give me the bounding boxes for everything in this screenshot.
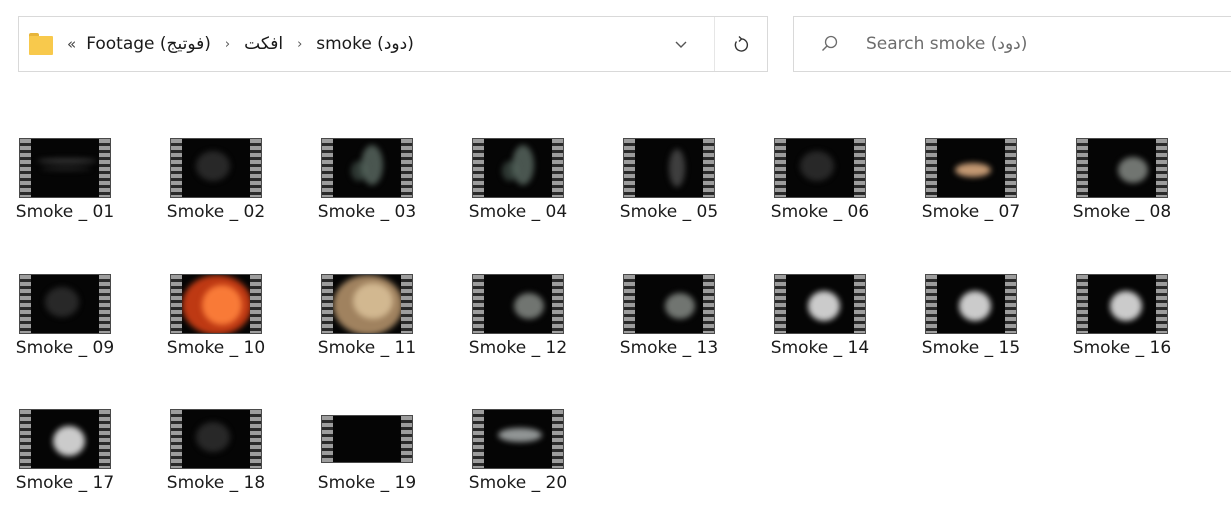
file-item[interactable]: Smoke _ 02	[151, 132, 291, 252]
video-thumbnail-icon	[170, 409, 262, 469]
video-thumbnail-icon	[170, 138, 262, 198]
video-thumbnail-icon	[623, 274, 715, 334]
file-name-label: Smoke _ 19	[317, 473, 417, 493]
file-item[interactable]: Smoke _ 15	[906, 268, 1046, 388]
file-name-label: Smoke _ 12	[468, 338, 568, 358]
video-thumbnail-icon	[472, 409, 564, 469]
video-thumbnail-icon	[321, 274, 413, 334]
file-item[interactable]: Smoke _ 09	[0, 268, 140, 388]
file-item[interactable]: Smoke _ 12	[453, 268, 593, 388]
file-item[interactable]: Smoke _ 11	[302, 268, 442, 388]
file-name-label: Smoke _ 01	[15, 202, 115, 222]
video-thumbnail-icon	[925, 274, 1017, 334]
video-thumbnail-icon	[774, 138, 866, 198]
file-item[interactable]: Smoke _ 17	[0, 403, 140, 523]
file-name-label: Smoke _ 03	[317, 202, 417, 222]
video-thumbnail-icon	[19, 274, 111, 334]
file-item[interactable]: Smoke _ 07	[906, 132, 1046, 252]
file-name-label: Smoke _ 08	[1072, 202, 1172, 222]
file-item[interactable]: Smoke _ 05	[604, 132, 744, 252]
video-thumbnail-icon	[170, 274, 262, 334]
video-thumbnail-icon	[623, 138, 715, 198]
video-thumbnail-icon	[472, 274, 564, 334]
file-item[interactable]: Smoke _ 13	[604, 268, 744, 388]
file-name-label: Smoke _ 07	[921, 202, 1021, 222]
file-item[interactable]: Smoke _ 18	[151, 403, 291, 523]
file-explorer-window: « Footage (فوتیج) › افکت › smoke (دود) S…	[0, 0, 1231, 527]
video-thumbnail-icon	[19, 138, 111, 198]
file-name-label: Smoke _ 02	[166, 202, 266, 222]
file-name-label: Smoke _ 16	[1072, 338, 1172, 358]
file-item[interactable]: Smoke _ 01	[0, 132, 140, 252]
file-item[interactable]: Smoke _ 10	[151, 268, 291, 388]
file-name-label: Smoke _ 14	[770, 338, 870, 358]
video-thumbnail-icon	[1076, 138, 1168, 198]
file-name-label: Smoke _ 06	[770, 202, 870, 222]
file-grid: Smoke _ 01 Smoke _ 02 Smoke _ 03 Smoke _ 04…	[0, 0, 1231, 527]
file-name-label: Smoke _ 10	[166, 338, 266, 358]
video-thumbnail-icon	[925, 138, 1017, 198]
file-item[interactable]: Smoke _ 08	[1057, 132, 1197, 252]
file-item[interactable]: Smoke _ 20	[453, 403, 593, 523]
video-thumbnail-icon	[19, 409, 111, 469]
file-name-label: Smoke _ 17	[15, 473, 115, 493]
video-thumbnail-icon	[321, 138, 413, 198]
video-thumbnail-icon	[1076, 274, 1168, 334]
file-name-label: Smoke _ 11	[317, 338, 417, 358]
file-item[interactable]: Smoke _ 14	[755, 268, 895, 388]
video-thumbnail-icon	[321, 415, 413, 463]
file-name-label: Smoke _ 18	[166, 473, 266, 493]
file-item[interactable]: Smoke _ 16	[1057, 268, 1197, 388]
file-name-label: Smoke _ 05	[619, 202, 719, 222]
file-name-label: Smoke _ 09	[15, 338, 115, 358]
video-thumbnail-icon	[774, 274, 866, 334]
file-name-label: Smoke _ 13	[619, 338, 719, 358]
file-item[interactable]: Smoke _ 06	[755, 132, 895, 252]
video-thumbnail-icon	[472, 138, 564, 198]
file-name-label: Smoke _ 20	[468, 473, 568, 493]
file-name-label: Smoke _ 04	[468, 202, 568, 222]
file-item[interactable]: Smoke _ 04	[453, 132, 593, 252]
file-name-label: Smoke _ 15	[921, 338, 1021, 358]
file-item[interactable]: Smoke _ 03	[302, 132, 442, 252]
file-item[interactable]: Smoke _ 19	[302, 403, 442, 523]
